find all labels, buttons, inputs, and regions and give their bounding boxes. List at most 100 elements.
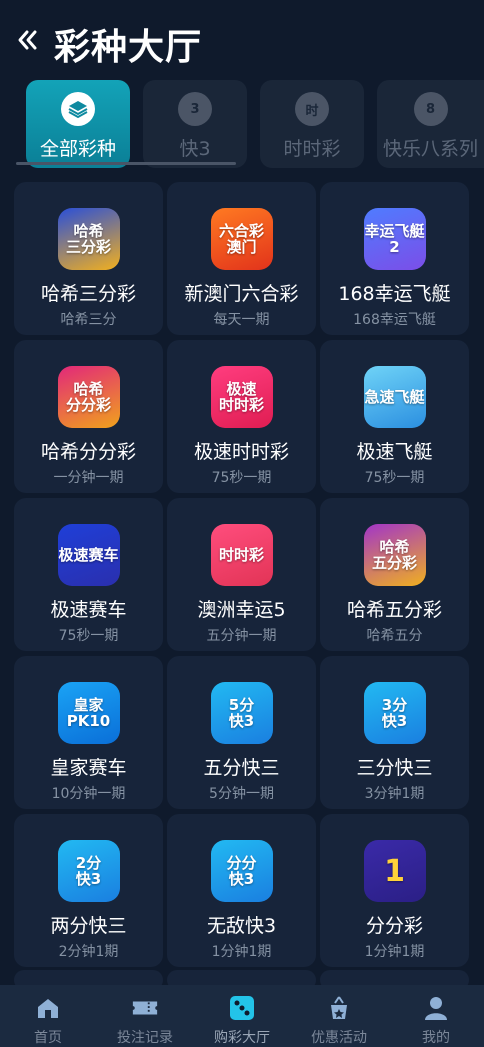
- game-logo-text: 1: [384, 853, 405, 889]
- game-schedule: 一分钟一期: [53, 470, 124, 486]
- game-logo-icon: 急速飞艇: [363, 366, 426, 428]
- game-logo-text: 幸运飞艇2: [364, 221, 425, 256]
- game-schedule: 5分钟一期: [209, 786, 274, 802]
- game-card[interactable]: 分分 快3 无敌快3 1分钟1期: [167, 814, 316, 967]
- game-logo-icon: 幸运飞艇2: [363, 208, 426, 270]
- game-logo-text: 极速 时时彩: [218, 379, 264, 414]
- game-name: 三分快三: [356, 757, 433, 779]
- game-logo-text: 哈希 五分彩: [371, 537, 417, 572]
- tab-kl8[interactable]: 8 快乐八系列: [377, 80, 484, 168]
- game-schedule: 五分钟一期: [206, 628, 277, 644]
- tab-all[interactable]: 全部彩种: [26, 80, 130, 168]
- game-logo-text: 哈希 三分彩: [65, 221, 111, 256]
- nav-label: 首页: [34, 1030, 62, 1046]
- game-schedule: 哈希五分: [366, 628, 423, 644]
- game-name: 极速飞艇: [356, 441, 433, 463]
- game-logo-icon: 5分 快3: [210, 682, 273, 744]
- nav-bets[interactable]: 投注记录: [97, 985, 193, 1047]
- game-logo-text: 2分 快3: [75, 853, 102, 888]
- game-card[interactable]: 哈希 分分彩 哈希分分彩 一分钟一期: [14, 340, 163, 493]
- game-logo-text: 急速飞艇: [364, 387, 425, 406]
- game-logo-icon: 分分 快3: [210, 840, 273, 902]
- game-name: 哈希分分彩: [40, 441, 136, 463]
- ssc-icon: 时: [295, 92, 329, 126]
- game-name: 皇家赛车: [50, 757, 127, 779]
- nav-label: 我的: [422, 1030, 450, 1046]
- game-name: 分分彩: [365, 915, 423, 937]
- game-card[interactable]: 时时彩澳洲幸运5 五分钟一期: [167, 498, 316, 651]
- game-logo-icon: 皇家 PK10: [57, 682, 120, 744]
- game-schedule: 每天一期: [213, 312, 270, 328]
- game-name: 五分快三: [203, 757, 280, 779]
- tab-indicator: [16, 162, 236, 165]
- game-card[interactable]: 哈希 三分彩 哈希三分彩 哈希三分: [14, 182, 163, 335]
- game-name: 极速赛车: [50, 599, 127, 621]
- game-card[interactable]: 哈希 五分彩哈希五分彩哈希五分: [320, 498, 469, 651]
- game-card[interactable]: 六合彩 澳门新澳门六合彩每天一期: [167, 182, 316, 335]
- game-logo-icon: 2分 快3: [57, 840, 120, 902]
- game-name: 极速时时彩: [193, 441, 289, 463]
- game-card[interactable]: 3分 快3 三分快三 3分钟1期: [320, 656, 469, 809]
- nav-home[interactable]: 首页: [0, 985, 96, 1047]
- game-logo-text: 5分 快3: [228, 695, 255, 730]
- game-schedule: 75秒一期: [211, 470, 272, 486]
- game-name: 两分快三: [50, 915, 127, 937]
- kl8-icon: 8: [413, 92, 448, 126]
- game-schedule: 168幸运飞艇: [353, 312, 436, 328]
- game-name: 哈希三分彩: [40, 283, 136, 305]
- game-logo-icon: 六合彩 澳门: [210, 208, 273, 270]
- game-name: 无敌快3: [206, 915, 277, 937]
- game-logo-text: 极速赛车: [58, 545, 119, 564]
- nav-promotions[interactable]: 优惠活动: [291, 985, 387, 1047]
- back-button[interactable]: [14, 26, 42, 54]
- game-logo-icon: 哈希 三分彩: [57, 208, 120, 270]
- game-card[interactable]: 极速 时时彩极速时时彩 75秒一期: [167, 340, 316, 493]
- game-card[interactable]: 皇家 PK10 皇家赛车 10分钟一期: [14, 656, 163, 809]
- game-card[interactable]: 急速飞艇极速飞艇 75秒一期: [320, 340, 469, 493]
- game-schedule: 75秒一期: [364, 470, 425, 486]
- header: 彩种大厅: [0, 0, 484, 80]
- nav-label: 投注记录: [117, 1030, 173, 1046]
- game-logo-text: 六合彩 澳门: [218, 221, 264, 256]
- tab-label: 全部彩种: [39, 138, 116, 160]
- home-icon: [34, 995, 62, 1021]
- ticket-icon: [131, 995, 159, 1021]
- game-card[interactable]: 5分 快3 五分快三 5分钟一期: [167, 656, 316, 809]
- game-logo-text: 时时彩: [218, 545, 264, 564]
- game-logo-icon: 时时彩: [210, 524, 273, 586]
- game-schedule: 3分钟1期: [364, 786, 425, 802]
- game-schedule: 2分钟1期: [58, 944, 119, 960]
- dice-icon: [228, 995, 256, 1021]
- game-logo-icon: 3分 快3: [363, 682, 426, 744]
- layers-icon: [61, 92, 95, 126]
- game-card[interactable]: 1 分分彩 1分钟1期: [320, 814, 469, 967]
- nav-profile[interactable]: 我的: [388, 985, 484, 1047]
- user-icon: [422, 995, 450, 1021]
- k3-icon: 3: [178, 92, 212, 126]
- category-tabs: 全部彩种 3 快3 时 时时彩 8 快乐八系列: [0, 78, 484, 174]
- tab-label: 快3: [179, 138, 211, 160]
- tab-label: 快乐八系列: [382, 138, 478, 160]
- game-logo-icon: 1: [363, 840, 426, 902]
- nav-lobby[interactable]: 购彩大厅: [194, 985, 290, 1047]
- game-logo-text: 皇家 PK10: [66, 695, 111, 730]
- gift-icon: [325, 995, 353, 1021]
- game-logo-text: 分分 快3: [226, 853, 257, 888]
- tab-ssc[interactable]: 时 时时彩: [260, 80, 364, 168]
- bottom-nav: 首页 投注记录 购彩大厅 优惠活动 我的: [0, 985, 484, 1047]
- game-card[interactable]: 2分 快3 两分快三 2分钟1期: [14, 814, 163, 967]
- game-schedule: 1分钟1期: [211, 944, 272, 960]
- game-card[interactable]: 幸运飞艇2 168幸运飞艇 168幸运飞艇: [320, 182, 469, 335]
- game-name: 哈希五分彩: [346, 599, 442, 621]
- tab-label: 时时彩: [283, 138, 341, 160]
- chevron-left-icon: [18, 30, 37, 50]
- game-logo-icon: 哈希 五分彩: [363, 524, 426, 586]
- tab-k3[interactable]: 3 快3: [143, 80, 247, 168]
- game-name: 澳洲幸运5: [197, 599, 286, 621]
- game-name: 新澳门六合彩: [184, 283, 299, 305]
- game-schedule: 75秒一期: [58, 628, 119, 644]
- game-card[interactable]: 极速赛车 极速赛车 75秒一期: [14, 498, 163, 651]
- page-title: 彩种大厅: [54, 27, 203, 68]
- game-name: 168幸运飞艇: [338, 283, 451, 305]
- game-schedule: 1分钟1期: [364, 944, 425, 960]
